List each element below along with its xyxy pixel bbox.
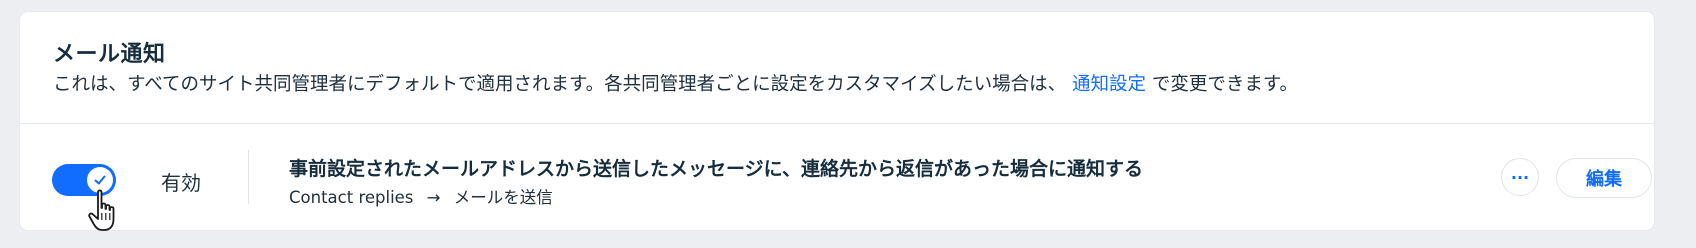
more-actions-button[interactable]: ··· (1501, 158, 1539, 196)
trigger-label: Contact replies (289, 188, 414, 207)
more-icon: ··· (1510, 167, 1530, 187)
notification-row: 有効 事前設定されたメールアドレスから送信したメッセージに、連絡先から返信があっ… (20, 124, 1654, 231)
section-title: メール通知 (53, 42, 166, 67)
status-label: 有効 (161, 171, 201, 195)
arrow-icon: → (426, 188, 441, 207)
edit-button[interactable]: 編集 (1556, 158, 1652, 198)
description-text: これは、すべてのサイト共同管理者にデフォルトで適用されます。各共同管理者ごとに設… (53, 74, 1067, 95)
card-header: メール通知 これは、すべてのサイト共同管理者にデフォルトで適用されます。各共同管… (20, 12, 1654, 124)
section-description: これは、すべてのサイト共同管理者にデフォルトで適用されます。各共同管理者ごとに設… (53, 70, 1298, 96)
email-notification-card: メール通知 これは、すべてのサイト共同管理者にデフォルトで適用されます。各共同管… (20, 12, 1654, 231)
notification-flow: Contact replies → メールを送信 (289, 184, 553, 208)
notification-settings-link[interactable]: 通知設定 (1072, 74, 1146, 95)
hand-pointer-icon (88, 189, 115, 231)
divider (248, 150, 249, 204)
notification-title: 事前設定されたメールアドレスから送信したメッセージに、連絡先から返信があった場合… (289, 158, 1144, 180)
check-icon (94, 175, 106, 185)
description-suffix: で変更できます。 (1151, 74, 1299, 95)
action-label: メールを送信 (453, 188, 553, 207)
